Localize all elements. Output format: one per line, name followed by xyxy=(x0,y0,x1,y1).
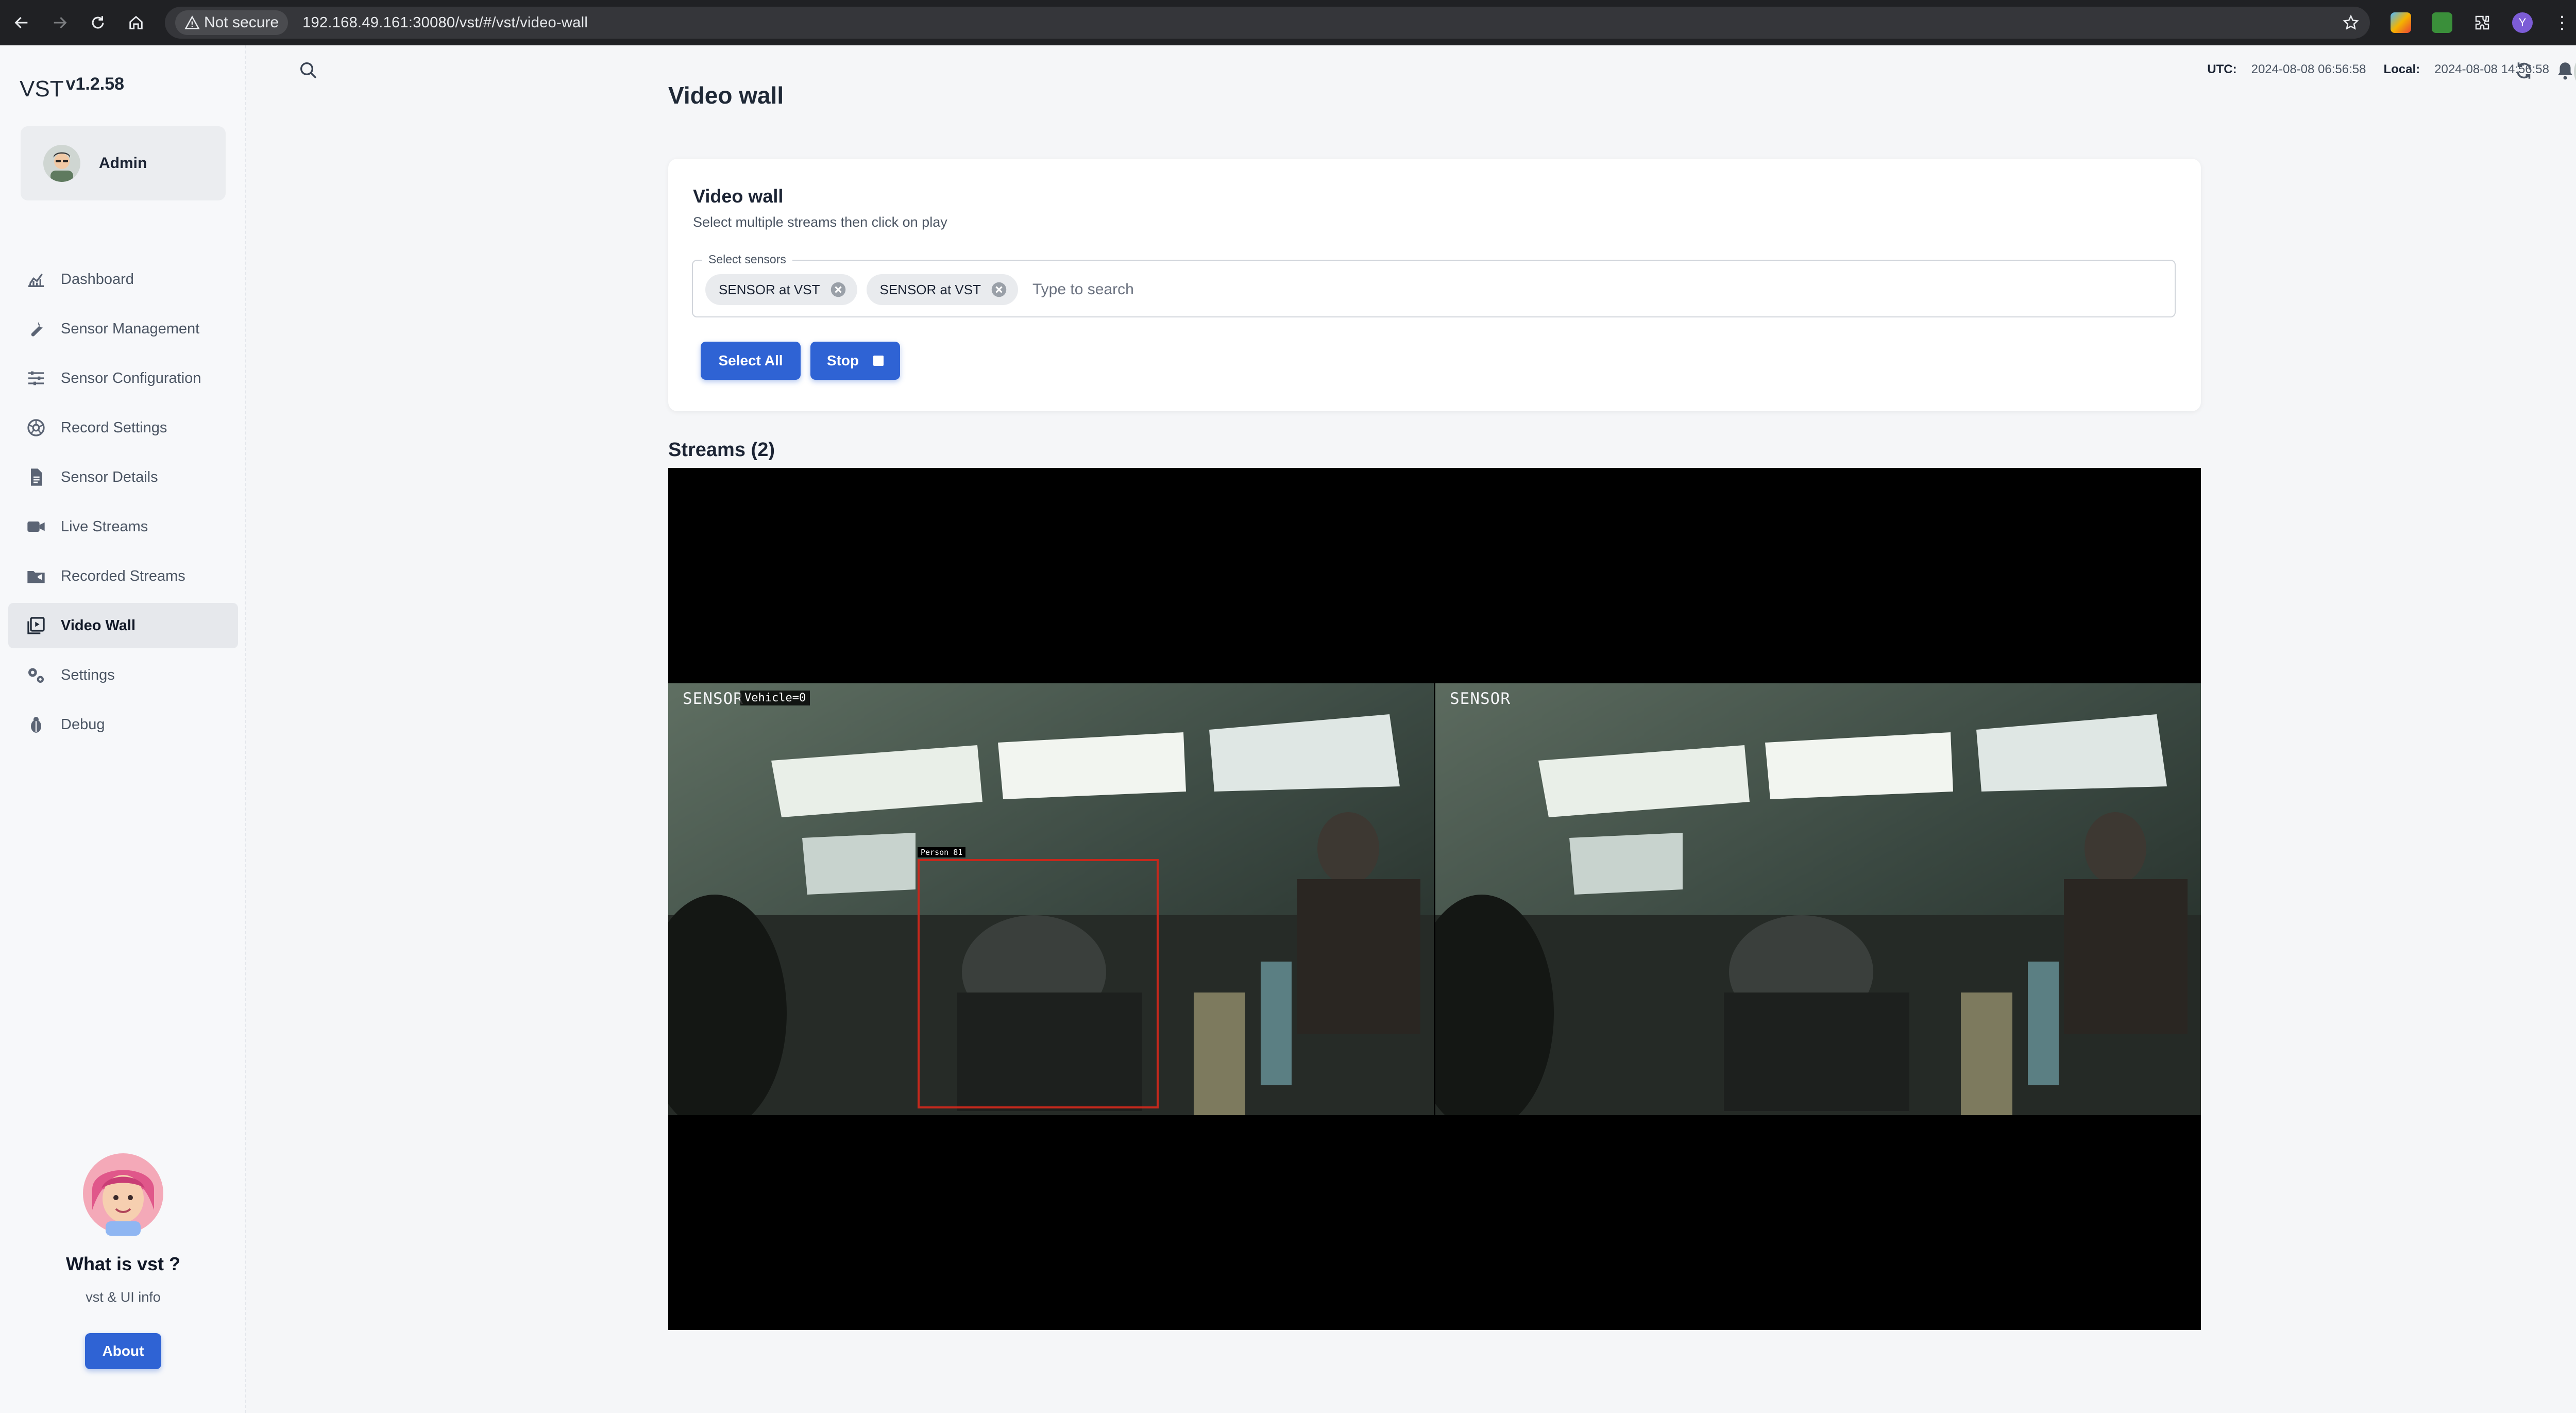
about-button[interactable]: About xyxy=(85,1333,161,1369)
field-label: Select sensors xyxy=(702,253,792,266)
sidebar-item-label: Debug xyxy=(61,716,105,733)
sidebar-menu: Dashboard Sensor Management Sensor Confi… xyxy=(8,257,238,751)
video-wall-grid: SENSOR Vehicle=0 Person 81 SENSOR xyxy=(668,468,2201,1330)
sidebar-item-settings[interactable]: Settings xyxy=(8,652,238,698)
streams-heading: Streams (2) xyxy=(668,439,775,461)
sidebar-item-label: Sensor Management xyxy=(61,320,200,337)
about-subtitle: vst & UI info xyxy=(86,1289,161,1305)
mascot-illustration xyxy=(82,1148,164,1236)
back-button[interactable] xyxy=(5,6,38,39)
sidebar-item-sensor-management[interactable]: Sensor Management xyxy=(8,306,238,351)
sidebar-item-label: Sensor Configuration xyxy=(61,369,201,386)
home-icon xyxy=(129,15,143,29)
select-all-button[interactable]: Select All xyxy=(701,342,801,380)
bookmark-star-icon[interactable] xyxy=(2342,14,2360,31)
video-wall-card: Video wall Select multiple streams then … xyxy=(668,159,2201,411)
video-wall-icon xyxy=(27,617,45,634)
more-menu-icon[interactable]: ⋮ xyxy=(2553,12,2571,33)
sensor-select-field[interactable]: Select sensors SENSOR at VST SENSOR at V… xyxy=(692,253,2176,317)
remove-chip-icon[interactable] xyxy=(989,280,1009,299)
sidebar-item-label: Live Streams xyxy=(61,518,148,535)
reload-button[interactable] xyxy=(81,6,114,39)
about-section: What is vst ? vst & UI info About xyxy=(0,1148,246,1369)
folder-video-icon xyxy=(27,571,45,583)
url-text[interactable]: 192.168.49.161:30080/vst/#/vst/video-wal… xyxy=(302,14,588,31)
chart-icon xyxy=(28,274,44,287)
forward-button[interactable] xyxy=(43,6,76,39)
sidebar-item-label: Video Wall xyxy=(61,617,136,634)
stream-label: SENSOR xyxy=(1450,689,1511,708)
sidebar-item-label: Recorded Streams xyxy=(61,567,185,584)
page-title: Video wall xyxy=(668,82,784,109)
brand-name: VST xyxy=(20,76,64,102)
sidebar-item-dashboard[interactable]: Dashboard xyxy=(8,257,238,302)
user-name: Admin xyxy=(99,155,147,172)
bug-icon xyxy=(31,717,41,733)
gears-icon xyxy=(28,668,44,683)
sync-icon[interactable] xyxy=(2513,60,2535,81)
stream-label: SENSOR xyxy=(683,689,743,708)
sidebar-item-sensor-configuration[interactable]: Sensor Configuration xyxy=(8,356,238,401)
aperture-icon xyxy=(27,419,45,436)
document-icon xyxy=(31,468,42,486)
chip-label: SENSOR at VST xyxy=(719,281,820,297)
detection-bounding-box xyxy=(918,859,1159,1108)
home-button[interactable] xyxy=(120,6,152,39)
local-label: Local: xyxy=(2383,62,2420,76)
warning-icon xyxy=(184,15,200,29)
sliders-icon xyxy=(28,371,44,385)
sidebar-item-recorded-streams[interactable]: Recorded Streams xyxy=(8,553,238,599)
card-subtitle: Select multiple streams then click on pl… xyxy=(693,214,947,230)
clock-display: UTC: 2024-08-08 06:56:58 Local: 2024-08-… xyxy=(2202,62,2549,77)
card-title: Video wall xyxy=(693,186,784,207)
object-count-tag: Vehicle=0 xyxy=(740,691,810,705)
stop-button-label: Stop xyxy=(826,352,859,368)
search-icon[interactable] xyxy=(298,60,318,80)
stream-tile[interactable]: SENSOR Vehicle=0 Person 81 xyxy=(668,683,1434,1115)
user-avatar[interactable] xyxy=(2574,51,2576,93)
video-camera-icon xyxy=(27,522,45,532)
sidebar-item-record-settings[interactable]: Record Settings xyxy=(8,405,238,450)
sidebar-item-label: Sensor Details xyxy=(61,468,158,485)
sidebar: VST v1.2.58 Admin Dashboard Sensor Manage… xyxy=(0,45,246,1413)
about-title: What is vst ? xyxy=(65,1253,181,1274)
utc-time: 2024-08-08 06:56:58 xyxy=(2251,62,2366,76)
stream-tile[interactable]: SENSOR xyxy=(1435,683,2201,1115)
version-label: v1.2.58 xyxy=(65,74,125,94)
reload-icon xyxy=(92,16,104,29)
profile-avatar[interactable]: Y xyxy=(2512,12,2533,33)
extension-icon[interactable] xyxy=(2391,12,2411,33)
puzzle-icon[interactable] xyxy=(2473,13,2492,32)
address-bar[interactable]: Not secure 192.168.49.161:30080/vst/#/vs… xyxy=(165,7,2370,39)
sidebar-item-label: Record Settings xyxy=(61,419,167,436)
stop-icon xyxy=(873,356,884,366)
top-bar: UTC: 2024-08-08 06:56:58 Local: 2024-08-… xyxy=(246,45,2576,97)
user-card[interactable]: Admin xyxy=(21,126,226,200)
sidebar-item-video-wall[interactable]: Video Wall xyxy=(8,603,238,648)
extension-icon[interactable] xyxy=(2432,12,2452,33)
video-frame xyxy=(1435,683,2201,1115)
sidebar-item-label: Dashboard xyxy=(61,271,134,288)
security-indicator[interactable]: Not secure xyxy=(175,10,289,35)
sensor-chip[interactable]: SENSOR at VST xyxy=(705,274,857,305)
notification-bell-icon[interactable] xyxy=(2554,60,2576,81)
sidebar-item-sensor-details[interactable]: Sensor Details xyxy=(8,455,238,500)
sidebar-item-debug[interactable]: Debug xyxy=(8,702,238,747)
remove-chip-icon[interactable] xyxy=(828,280,848,299)
sensor-search-input[interactable] xyxy=(1031,280,1652,299)
sensor-chip[interactable]: SENSOR at VST xyxy=(866,274,1018,305)
security-label: Not secure xyxy=(204,14,279,31)
sidebar-item-label: Settings xyxy=(61,666,115,683)
browser-toolbar: Not secure 192.168.49.161:30080/vst/#/vs… xyxy=(0,0,2576,45)
arrow-right-icon xyxy=(54,16,67,29)
sidebar-item-live-streams[interactable]: Live Streams xyxy=(8,504,238,549)
wrench-icon xyxy=(31,322,43,337)
app-logo[interactable]: VST v1.2.58 xyxy=(20,74,125,102)
avatar xyxy=(43,145,80,182)
arrow-left-icon xyxy=(14,16,28,29)
utc-label: UTC: xyxy=(2207,62,2237,76)
stop-button[interactable]: Stop xyxy=(810,342,900,380)
chip-label: SENSOR at VST xyxy=(879,281,981,297)
detection-label: Person 81 xyxy=(918,847,966,857)
